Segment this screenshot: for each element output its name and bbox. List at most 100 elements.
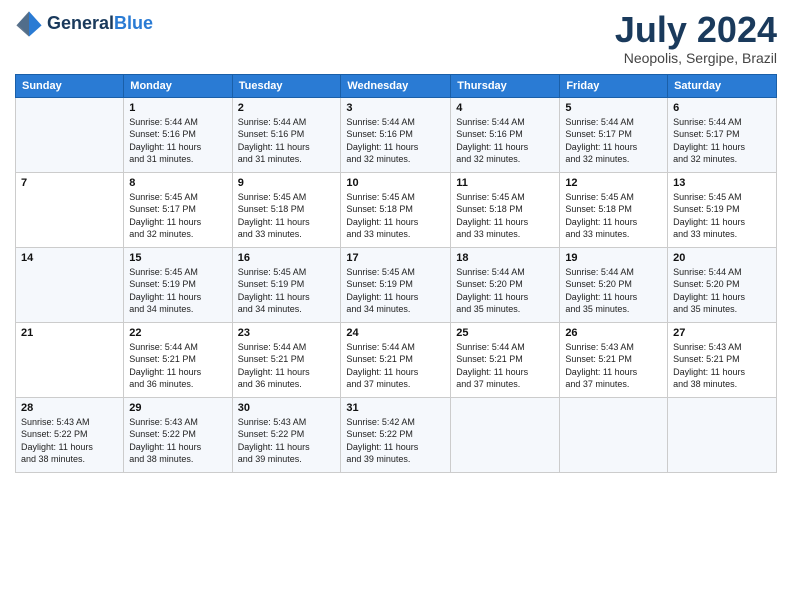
cell-w4-d6: [668, 397, 777, 472]
logo-icon: [15, 10, 43, 38]
cell-w4-d3: 31 Sunrise: 5:42 AMSunset: 5:22 PMDayligh…: [341, 397, 451, 472]
day-number: 2: [238, 102, 336, 114]
cell-w4-d2: 30 Sunrise: 5:43 AMSunset: 5:22 PMDayligh…: [232, 397, 341, 472]
cell-w0-d2: 2 Sunrise: 5:44 AMSunset: 5:16 PMDaylight…: [232, 97, 341, 172]
day-number: 20: [673, 252, 771, 264]
day-info: Sunrise: 5:43 AMSunset: 5:21 PMDaylight:…: [565, 341, 662, 391]
day-number: 5: [565, 102, 662, 114]
cell-w2-d0: 14: [16, 247, 124, 322]
day-info: Sunrise: 5:44 AMSunset: 5:21 PMDaylight:…: [456, 341, 554, 391]
cell-w4-d5: [560, 397, 668, 472]
day-number: 29: [129, 402, 226, 414]
day-info: Sunrise: 5:45 AMSunset: 5:18 PMDaylight:…: [346, 191, 445, 241]
day-number: 10: [346, 177, 445, 189]
day-info: Sunrise: 5:44 AMSunset: 5:16 PMDaylight:…: [456, 116, 554, 166]
cell-w3-d0: 21: [16, 322, 124, 397]
day-number: 4: [456, 102, 554, 114]
cell-w4-d0: 28 Sunrise: 5:43 AMSunset: 5:22 PMDayligh…: [16, 397, 124, 472]
day-info: Sunrise: 5:44 AMSunset: 5:17 PMDaylight:…: [565, 116, 662, 166]
day-info: Sunrise: 5:45 AMSunset: 5:17 PMDaylight:…: [129, 191, 226, 241]
day-number: 28: [21, 402, 118, 414]
col-sunday: Sunday: [16, 74, 124, 97]
day-info: Sunrise: 5:44 AMSunset: 5:16 PMDaylight:…: [238, 116, 336, 166]
day-number: 11: [456, 177, 554, 189]
day-info: Sunrise: 5:43 AMSunset: 5:22 PMDaylight:…: [129, 416, 226, 466]
day-info: Sunrise: 5:44 AMSunset: 5:21 PMDaylight:…: [238, 341, 336, 391]
day-info: Sunrise: 5:45 AMSunset: 5:19 PMDaylight:…: [238, 266, 336, 316]
cell-w1-d1: 8 Sunrise: 5:45 AMSunset: 5:17 PMDaylight…: [124, 172, 232, 247]
cell-w3-d3: 24 Sunrise: 5:44 AMSunset: 5:21 PMDayligh…: [341, 322, 451, 397]
logo: GeneralBlue: [15, 10, 153, 38]
cell-w0-d5: 5 Sunrise: 5:44 AMSunset: 5:17 PMDaylight…: [560, 97, 668, 172]
day-info: Sunrise: 5:45 AMSunset: 5:19 PMDaylight:…: [346, 266, 445, 316]
day-info: Sunrise: 5:43 AMSunset: 5:22 PMDaylight:…: [21, 416, 118, 466]
cell-w2-d6: 20 Sunrise: 5:44 AMSunset: 5:20 PMDayligh…: [668, 247, 777, 322]
day-info: Sunrise: 5:45 AMSunset: 5:19 PMDaylight:…: [673, 191, 771, 241]
week-row-2: 1415Sunrise: 5:45 AMSunset: 5:19 PMDayli…: [16, 247, 777, 322]
day-number: 9: [238, 177, 336, 189]
cell-w1-d0: 7: [16, 172, 124, 247]
day-info: Sunrise: 5:44 AMSunset: 5:17 PMDaylight:…: [673, 116, 771, 166]
day-number: 18: [456, 252, 554, 264]
cell-w4-d1: 29 Sunrise: 5:43 AMSunset: 5:22 PMDayligh…: [124, 397, 232, 472]
cell-w2-d4: 18 Sunrise: 5:44 AMSunset: 5:20 PMDayligh…: [451, 247, 560, 322]
day-info: Sunrise: 5:44 AMSunset: 5:16 PMDaylight:…: [346, 116, 445, 166]
cell-w2-d2: 16 Sunrise: 5:45 AMSunset: 5:19 PMDayligh…: [232, 247, 341, 322]
day-info: Sunrise: 5:44 AMSunset: 5:20 PMDaylight:…: [673, 266, 771, 316]
logo-blue: Blue: [114, 13, 153, 33]
col-thursday: Thursday: [451, 74, 560, 97]
logo-text: GeneralBlue: [47, 14, 153, 34]
day-number: 8: [129, 177, 226, 189]
day-number: 23: [238, 327, 336, 339]
week-row-3: 2122Sunrise: 5:44 AMSunset: 5:21 PMDayli…: [16, 322, 777, 397]
day-number: 25: [456, 327, 554, 339]
day-info: Sunrise: 5:43 AMSunset: 5:22 PMDaylight:…: [238, 416, 336, 466]
cell-w4-d4: [451, 397, 560, 472]
cell-w3-d2: 23 Sunrise: 5:44 AMSunset: 5:21 PMDayligh…: [232, 322, 341, 397]
cell-w3-d6: 27 Sunrise: 5:43 AMSunset: 5:21 PMDayligh…: [668, 322, 777, 397]
header-row: Sunday Monday Tuesday Wednesday Thursday…: [16, 74, 777, 97]
day-info: Sunrise: 5:45 AMSunset: 5:18 PMDaylight:…: [456, 191, 554, 241]
cell-w0-d3: 3Sunrise: 5:44 AMSunset: 5:16 PMDaylight…: [341, 97, 451, 172]
calendar-table: Sunday Monday Tuesday Wednesday Thursday…: [15, 74, 777, 473]
cell-w3-d5: 26 Sunrise: 5:43 AMSunset: 5:21 PMDayligh…: [560, 322, 668, 397]
day-number: 13: [673, 177, 771, 189]
logo-general: General: [47, 13, 114, 33]
month-title: July 2024: [615, 10, 777, 50]
day-info: Sunrise: 5:45 AMSunset: 5:19 PMDaylight:…: [129, 266, 226, 316]
cell-w2-d3: 17Sunrise: 5:45 AMSunset: 5:19 PMDayligh…: [341, 247, 451, 322]
day-number: 31: [346, 402, 445, 414]
cell-w2-d5: 19Sunrise: 5:44 AMSunset: 5:20 PMDayligh…: [560, 247, 668, 322]
title-block: July 2024 Neopolis, Sergipe, Brazil: [615, 10, 777, 66]
day-number: 30: [238, 402, 336, 414]
header: GeneralBlue July 2024 Neopolis, Sergipe,…: [15, 10, 777, 66]
day-number: 21: [21, 327, 118, 339]
day-number: 27: [673, 327, 771, 339]
week-row-4: 28 Sunrise: 5:43 AMSunset: 5:22 PMDayligh…: [16, 397, 777, 472]
day-number: 7: [21, 177, 118, 189]
day-info: Sunrise: 5:44 AMSunset: 5:21 PMDaylight:…: [346, 341, 445, 391]
day-number: 16: [238, 252, 336, 264]
week-row-1: 78 Sunrise: 5:45 AMSunset: 5:17 PMDayligh…: [16, 172, 777, 247]
cell-w1-d3: 10 Sunrise: 5:45 AMSunset: 5:18 PMDayligh…: [341, 172, 451, 247]
day-info: Sunrise: 5:43 AMSunset: 5:21 PMDaylight:…: [673, 341, 771, 391]
col-monday: Monday: [124, 74, 232, 97]
location: Neopolis, Sergipe, Brazil: [615, 50, 777, 66]
col-tuesday: Tuesday: [232, 74, 341, 97]
day-info: Sunrise: 5:42 AMSunset: 5:22 PMDaylight:…: [346, 416, 445, 466]
col-friday: Friday: [560, 74, 668, 97]
day-info: Sunrise: 5:44 AMSunset: 5:20 PMDaylight:…: [456, 266, 554, 316]
day-number: 12: [565, 177, 662, 189]
cell-w0-d1: 1Sunrise: 5:44 AMSunset: 5:16 PMDaylight…: [124, 97, 232, 172]
day-info: Sunrise: 5:44 AMSunset: 5:20 PMDaylight:…: [565, 266, 662, 316]
day-number: 26: [565, 327, 662, 339]
cell-w1-d4: 11 Sunrise: 5:45 AMSunset: 5:18 PMDayligh…: [451, 172, 560, 247]
cell-w1-d5: 12Sunrise: 5:45 AMSunset: 5:18 PMDayligh…: [560, 172, 668, 247]
calendar-body: 1Sunrise: 5:44 AMSunset: 5:16 PMDaylight…: [16, 97, 777, 472]
week-row-0: 1Sunrise: 5:44 AMSunset: 5:16 PMDaylight…: [16, 97, 777, 172]
day-number: 24: [346, 327, 445, 339]
day-info: Sunrise: 5:45 AMSunset: 5:18 PMDaylight:…: [238, 191, 336, 241]
main-container: GeneralBlue July 2024 Neopolis, Sergipe,…: [0, 0, 792, 483]
cell-w0-d4: 4 Sunrise: 5:44 AMSunset: 5:16 PMDaylight…: [451, 97, 560, 172]
cell-w0-d0: [16, 97, 124, 172]
